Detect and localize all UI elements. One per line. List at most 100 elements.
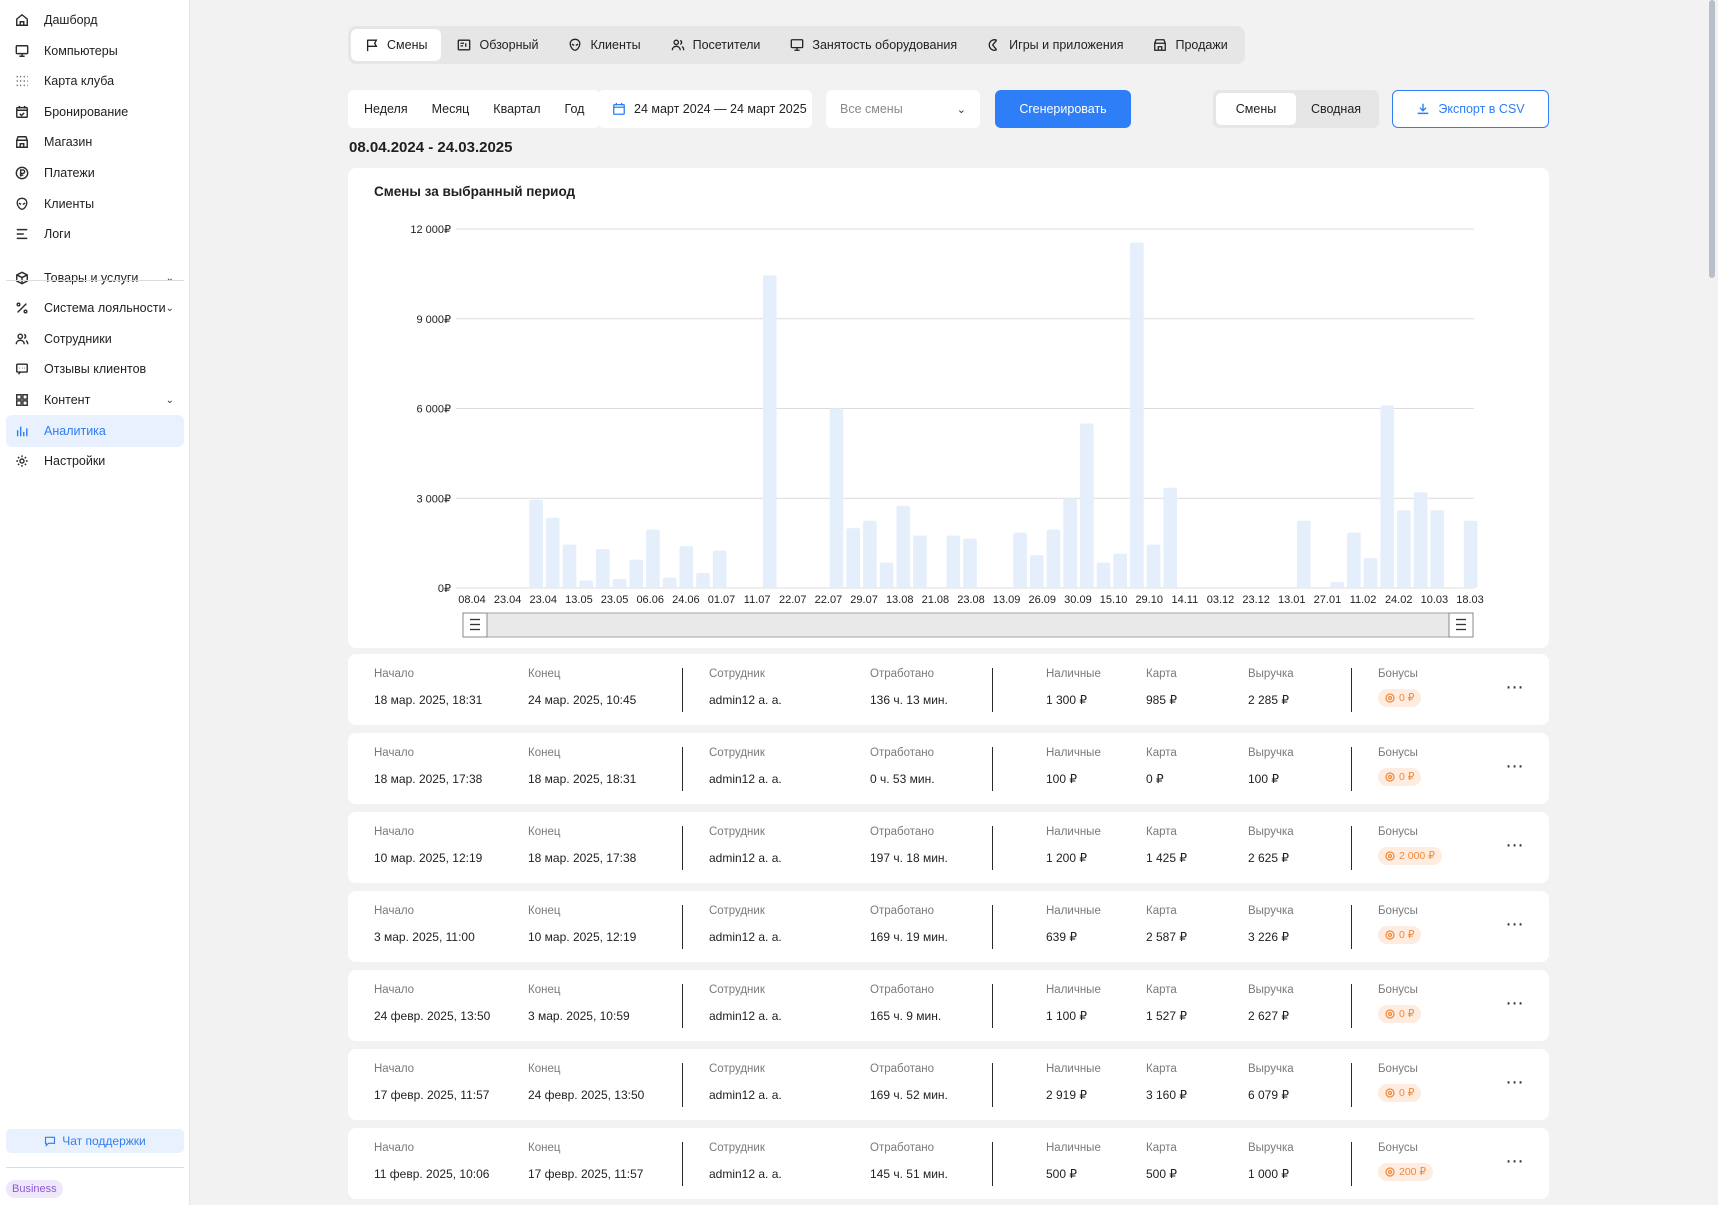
shift-row[interactable]: Начало 11 февр. 2025, 10:06 Конец 17 февр. … bbox=[348, 1128, 1549, 1199]
shift-cash-label: Наличные bbox=[1046, 668, 1101, 680]
shift-cash-label: Наличные bbox=[1046, 984, 1101, 996]
bar bbox=[1146, 544, 1161, 588]
sidebar-item-10[interactable]: Сотрудники bbox=[6, 323, 184, 355]
more-actions-button[interactable]: ⋯ bbox=[1500, 835, 1530, 855]
period-button[interactable]: Неделя bbox=[352, 90, 420, 128]
more-actions-button[interactable]: ⋯ bbox=[1500, 914, 1530, 934]
shift-employee-label: Сотрудник bbox=[709, 1142, 765, 1154]
sidebar-item-7[interactable]: Логи bbox=[6, 218, 184, 250]
zoom-slider-track[interactable] bbox=[462, 612, 1474, 638]
shift-cash-value: 100 ₽ bbox=[1046, 772, 1077, 786]
sidebar-item-4[interactable]: Магазин bbox=[6, 126, 184, 158]
shift-row[interactable]: Начало 3 мар. 2025, 11:00 Конец 10 мар. 202… bbox=[348, 891, 1549, 962]
period-button[interactable]: Квартал bbox=[481, 90, 552, 128]
shift-row[interactable]: Начало 18 мар. 2025, 17:38 Конец 18 мар. 20… bbox=[348, 733, 1549, 804]
shift-revenue-value: 3 226 ₽ bbox=[1248, 930, 1289, 944]
chevron-down-icon: ⌄ bbox=[956, 103, 966, 116]
chevron-down-icon: ⌄ bbox=[165, 272, 174, 284]
generate-button[interactable]: Сгенерировать bbox=[995, 90, 1131, 128]
tab-label: Занятость оборудования bbox=[812, 38, 958, 52]
shift-revenue-label: Выручка bbox=[1248, 984, 1294, 996]
shift-select[interactable]: Все смены ⌄ bbox=[826, 90, 980, 128]
shift-bonus-label: Бонусы bbox=[1378, 747, 1418, 759]
shift-worked-label: Отработано bbox=[870, 1142, 935, 1154]
tab-6[interactable]: Продажи bbox=[1139, 29, 1241, 61]
period-button[interactable]: Год bbox=[553, 90, 597, 128]
sidebar-item-14[interactable]: Настройки bbox=[6, 445, 184, 477]
sidebar-item-3[interactable]: Бронирование bbox=[6, 96, 184, 128]
sidebar-item-11[interactable]: Отзывы клиентов bbox=[6, 353, 184, 385]
tab-5[interactable]: Игры и приложения bbox=[973, 29, 1137, 61]
sidebar-item-label: Дашборд bbox=[44, 13, 98, 27]
sidebar-item-13[interactable]: Аналитика bbox=[6, 415, 184, 447]
shift-card-value: 3 160 ₽ bbox=[1146, 1088, 1187, 1102]
sidebar-item-label: Товары и услуги bbox=[44, 271, 139, 285]
sidebar-item-5[interactable]: Платежи bbox=[6, 157, 184, 189]
bar bbox=[1463, 520, 1478, 588]
bar bbox=[1096, 562, 1111, 588]
shift-card-cell: Карта 985 ₽ bbox=[1146, 668, 1177, 707]
x-tick-label: 18.03 bbox=[1456, 594, 1484, 606]
users-icon bbox=[15, 333, 29, 345]
shift-card-label: Карта bbox=[1146, 984, 1177, 996]
x-tick-label: 11.07 bbox=[744, 594, 771, 606]
support-chat-button[interactable]: Чат поддержки bbox=[6, 1129, 184, 1153]
period-button[interactable]: Месяц bbox=[420, 90, 482, 128]
bar bbox=[1296, 520, 1311, 588]
shift-row[interactable]: Начало 17 февр. 2025, 11:57 Конец 24 февр. … bbox=[348, 1049, 1549, 1120]
sidebar-item-label: Компьютеры bbox=[44, 44, 118, 58]
shift-select-value: Все смены bbox=[840, 102, 903, 116]
sidebar-item-12[interactable]: Контент ⌄ bbox=[6, 384, 184, 416]
more-actions-button[interactable]: ⋯ bbox=[1500, 677, 1530, 697]
tab-label: Посетители bbox=[692, 38, 761, 52]
view-shifts-option[interactable]: Смены bbox=[1216, 93, 1296, 125]
shift-worked-label: Отработано bbox=[870, 1063, 935, 1075]
shift-worked-label: Отработано bbox=[870, 826, 935, 838]
y-tick-label: 0₽ bbox=[438, 583, 451, 595]
sidebar-item-9[interactable]: Система лояльности ⌄ bbox=[6, 292, 184, 324]
bar bbox=[1013, 532, 1027, 588]
shift-cash-value: 1 200 ₽ bbox=[1046, 851, 1087, 865]
sidebar-item-2[interactable]: Карта клуба bbox=[6, 65, 184, 97]
shift-end-cell: Конец 3 мар. 2025, 10:59 bbox=[528, 984, 630, 1023]
more-actions-button[interactable]: ⋯ bbox=[1500, 993, 1530, 1013]
tab-2[interactable]: Клиенты bbox=[554, 29, 654, 61]
shift-worked-value: 145 ч. 51 мин. bbox=[870, 1167, 948, 1181]
date-range-picker[interactable]: 24 март 2024 — 24 март 2025 bbox=[598, 90, 812, 128]
sidebar-item-8[interactable]: Товары и услуги ⌄ bbox=[6, 262, 184, 294]
shift-row[interactable]: Начало 10 мар. 2025, 12:19 Конец 18 мар. 20… bbox=[348, 812, 1549, 883]
tab-3[interactable]: Посетители bbox=[657, 29, 775, 61]
more-actions-button[interactable]: ⋯ bbox=[1500, 1151, 1530, 1171]
x-tick-label: 13.01 bbox=[1278, 594, 1306, 606]
shift-card-value: 500 ₽ bbox=[1146, 1167, 1177, 1181]
sidebar-item-icon bbox=[14, 331, 30, 347]
more-actions-button[interactable]: ⋯ bbox=[1500, 756, 1530, 776]
x-tick-label: 24.06 bbox=[672, 594, 700, 606]
shift-revenue-value: 2 625 ₽ bbox=[1248, 851, 1289, 865]
more-actions-button[interactable]: ⋯ bbox=[1500, 1072, 1530, 1092]
shift-start-cell: Начало 18 мар. 2025, 17:38 bbox=[374, 747, 482, 786]
shift-end-value: 24 мар. 2025, 10:45 bbox=[528, 693, 637, 707]
widgets-icon bbox=[16, 394, 28, 406]
shift-cash-label: Наличные bbox=[1046, 1063, 1101, 1075]
sidebar-item-1[interactable]: Компьютеры bbox=[6, 35, 184, 67]
shift-employee-cell: Сотрудник admin12 а. а. bbox=[709, 747, 782, 786]
shift-end-cell: Конец 17 февр. 2025, 11:57 bbox=[528, 1142, 643, 1181]
shift-bonus-label: Бонусы bbox=[1378, 826, 1418, 838]
sidebar-item-0[interactable]: Дашборд bbox=[6, 4, 184, 36]
shift-revenue-cell: Выручка 3 226 ₽ bbox=[1248, 905, 1294, 944]
tab-4[interactable]: Занятость оборудования bbox=[776, 29, 971, 61]
view-summary-option[interactable]: Сводная bbox=[1296, 93, 1376, 125]
sidebar-item-6[interactable]: Клиенты bbox=[6, 188, 184, 220]
page-scrollbar[interactable] bbox=[1709, 0, 1715, 278]
sidebar-item-icon bbox=[14, 361, 30, 377]
shift-row[interactable]: Начало 24 февр. 2025, 13:50 Конец 3 мар. 20… bbox=[348, 970, 1549, 1041]
bar bbox=[629, 559, 644, 588]
shift-row[interactable]: Начало 18 мар. 2025, 18:31 Конец 24 мар. 20… bbox=[348, 654, 1549, 725]
export-csv-button[interactable]: Экспорт в CSV bbox=[1392, 90, 1549, 128]
shift-end-label: Конец bbox=[528, 984, 561, 996]
tab-1[interactable]: Обзорный bbox=[443, 29, 552, 61]
sidebar-item-icon bbox=[14, 73, 30, 89]
tab-label: Обзорный bbox=[479, 38, 539, 52]
tab-0[interactable]: Смены bbox=[351, 29, 442, 61]
